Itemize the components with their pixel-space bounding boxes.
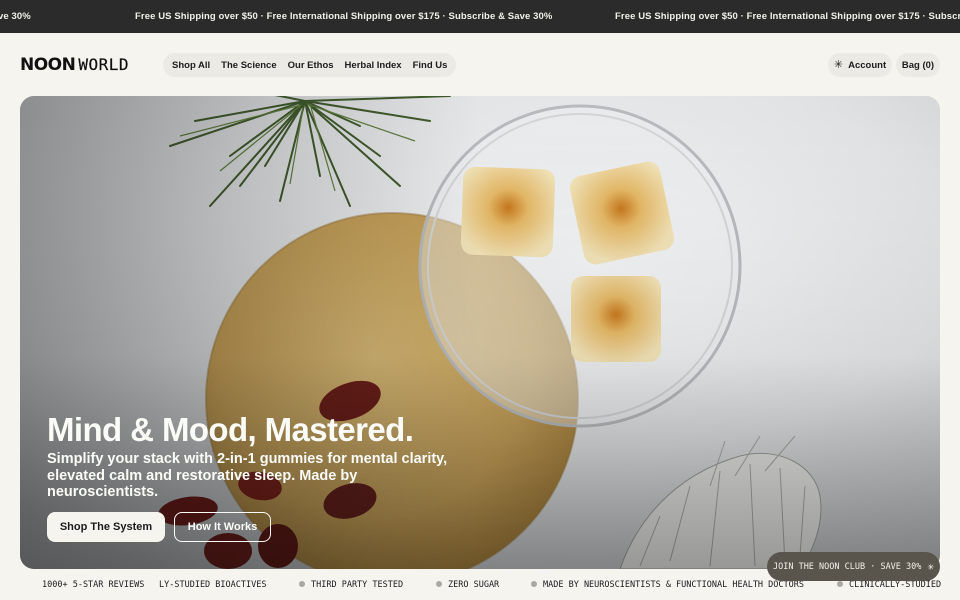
ticker-item: 1000+ 5-STAR REVIEWS — [42, 580, 145, 590]
announcement-text: Free US Shipping over $50 · Free Interna… — [615, 11, 960, 22]
bag-button[interactable]: Bag (0) — [896, 53, 940, 77]
how-it-works-button[interactable]: How It Works — [174, 512, 271, 542]
hero-banner: Mind & Mood, Mastered. Simplify your sta… — [20, 96, 940, 569]
asterisk-icon: ✳ — [927, 560, 935, 573]
asterisk-icon: ✳ — [833, 58, 844, 71]
join-club-button[interactable]: JOIN THE NOON CLUB · SAVE 30% ✳ — [767, 552, 940, 581]
bag-label: Bag (0) — [901, 59, 935, 71]
announcement-text: ve 30% — [0, 11, 31, 22]
announcement-bar: ve 30% Free US Shipping over $50 · Free … — [0, 0, 960, 33]
ticker-dot-icon — [299, 581, 305, 587]
logo[interactable]: NOON WORLD — [20, 55, 130, 75]
shop-the-system-button[interactable]: Shop The System — [47, 512, 165, 542]
ticker-item: LY-STUDIED BIOACTIVES — [159, 580, 267, 590]
ticker-item: ZERO SUGAR — [448, 580, 500, 590]
hero-title: Mind & Mood, Mastered. — [47, 411, 414, 448]
ticker-item: MADE BY NEUROSCIENTISTS & FUNCTIONAL HEA… — [543, 580, 804, 590]
site-header: NOON WORLD Shop All The Science Our Etho… — [0, 33, 960, 96]
ticker-item: THIRD PARTY TESTED — [311, 580, 404, 590]
join-club-label: JOIN THE NOON CLUB · SAVE 30% — [772, 561, 922, 572]
nav-shop-all[interactable]: Shop All — [172, 60, 210, 71]
nav-the-science[interactable]: The Science — [221, 60, 276, 71]
ticker-dot-icon — [837, 581, 843, 587]
logo-wordmark-world: WORLD — [78, 55, 130, 74]
ticker-dot-icon — [436, 581, 442, 587]
account-label: Account — [848, 59, 887, 71]
nav-our-ethos[interactable]: Our Ethos — [288, 60, 334, 71]
hero-subtitle: Simplify your stack with 2-in-1 gummies … — [47, 451, 448, 500]
nav-herbal-index[interactable]: Herbal Index — [345, 60, 402, 71]
announcement-text: Free US Shipping over $50 · Free Interna… — [135, 11, 553, 22]
nav-find-us[interactable]: Find Us — [413, 60, 448, 71]
account-button[interactable]: ✳ Account — [828, 53, 892, 77]
main-nav: Shop All The Science Our Ethos Herbal In… — [163, 53, 457, 77]
ticker-dot-icon — [531, 581, 537, 587]
logo-wordmark-noon: NOON — [20, 55, 76, 75]
ticker-item: CLINICALLY-STUDIED — [849, 580, 942, 590]
